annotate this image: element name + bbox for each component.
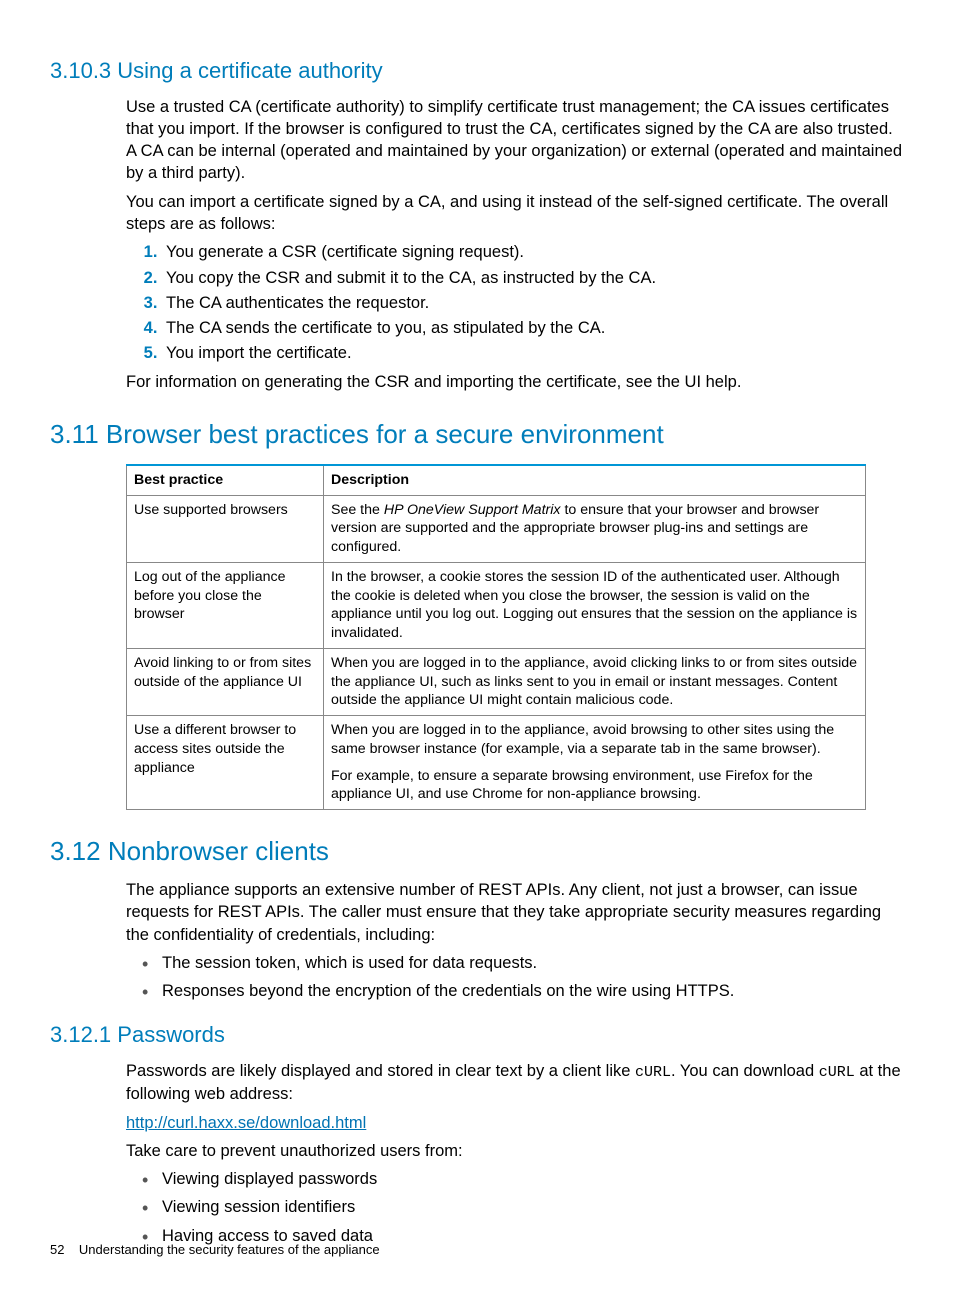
para-passwords: Passwords are likely displayed and store… — [126, 1060, 904, 1106]
passwords-bullets: Viewing displayed passwords Viewing sess… — [126, 1168, 904, 1247]
text: When you are logged in to the appliance,… — [331, 721, 858, 758]
heading-3-11: 3.11 Browser best practices for a secure… — [50, 417, 904, 452]
table-cell: See the HP OneView Support Matrix to ens… — [324, 495, 866, 562]
curl-download-link[interactable]: http://curl.haxx.se/download.html — [126, 1114, 366, 1132]
table-cell: Use a different browser to access sites … — [127, 716, 324, 810]
table-header: Best practice — [127, 465, 324, 495]
heading-3-12: 3.12 Nonbrowser clients — [50, 834, 904, 869]
page-number: 52 — [50, 1242, 64, 1257]
table-row: Log out of the appliance before you clos… — [127, 562, 866, 648]
footer-title: Understanding the security features of t… — [79, 1242, 380, 1257]
table-cell: When you are logged in to the appliance,… — [324, 716, 866, 810]
text: For example, to ensure a separate browsi… — [331, 767, 858, 804]
page-footer: 52 Understanding the security features o… — [50, 1241, 380, 1259]
best-practices-table: Best practice Description Use supported … — [126, 464, 866, 810]
text: Passwords are likely displayed and store… — [126, 1062, 635, 1080]
para-ca-import: You can import a certificate signed by a… — [126, 191, 904, 236]
list-item: Viewing displayed passwords — [162, 1168, 904, 1190]
para-ca-intro: Use a trusted CA (certificate authority)… — [126, 96, 904, 185]
list-item: Viewing session identifiers — [162, 1196, 904, 1218]
para-prevent: Take care to prevent unauthorized users … — [126, 1140, 904, 1162]
para-csr-help: For information on generating the CSR an… — [126, 371, 904, 393]
code-inline: cURL — [635, 1064, 671, 1081]
text: See the — [331, 502, 384, 518]
heading-3-10-3: 3.10.3 Using a certificate authority — [50, 56, 904, 86]
list-item: The CA sends the certificate to you, as … — [162, 317, 904, 339]
code-inline: cURL — [819, 1064, 855, 1081]
list-item: The session token, which is used for dat… — [162, 952, 904, 974]
nonbrowser-bullets: The session token, which is used for dat… — [126, 952, 904, 1003]
table-header: Description — [324, 465, 866, 495]
heading-3-12-1: 3.12.1 Passwords — [50, 1020, 904, 1050]
ca-steps-list: You generate a CSR (certificate signing … — [126, 241, 904, 364]
table-row: Use supported browsers See the HP OneVie… — [127, 495, 866, 562]
list-item: Responses beyond the encryption of the c… — [162, 980, 904, 1002]
list-item: You generate a CSR (certificate signing … — [162, 241, 904, 263]
text: . You can download — [671, 1062, 819, 1080]
table-row: Avoid linking to or from sites outside o… — [127, 648, 866, 715]
table-cell: In the browser, a cookie stores the sess… — [324, 562, 866, 648]
table-cell: Use supported browsers — [127, 495, 324, 562]
list-item: You copy the CSR and submit it to the CA… — [162, 267, 904, 289]
list-item: You import the certificate. — [162, 342, 904, 364]
text-italic: HP OneView Support Matrix — [384, 502, 561, 518]
table-row: Use a different browser to access sites … — [127, 716, 866, 810]
table-cell: Avoid linking to or from sites outside o… — [127, 648, 324, 715]
table-cell: When you are logged in to the appliance,… — [324, 648, 866, 715]
para-nonbrowser: The appliance supports an extensive numb… — [126, 879, 904, 946]
list-item: The CA authenticates the requestor. — [162, 292, 904, 314]
table-cell: Log out of the appliance before you clos… — [127, 562, 324, 648]
